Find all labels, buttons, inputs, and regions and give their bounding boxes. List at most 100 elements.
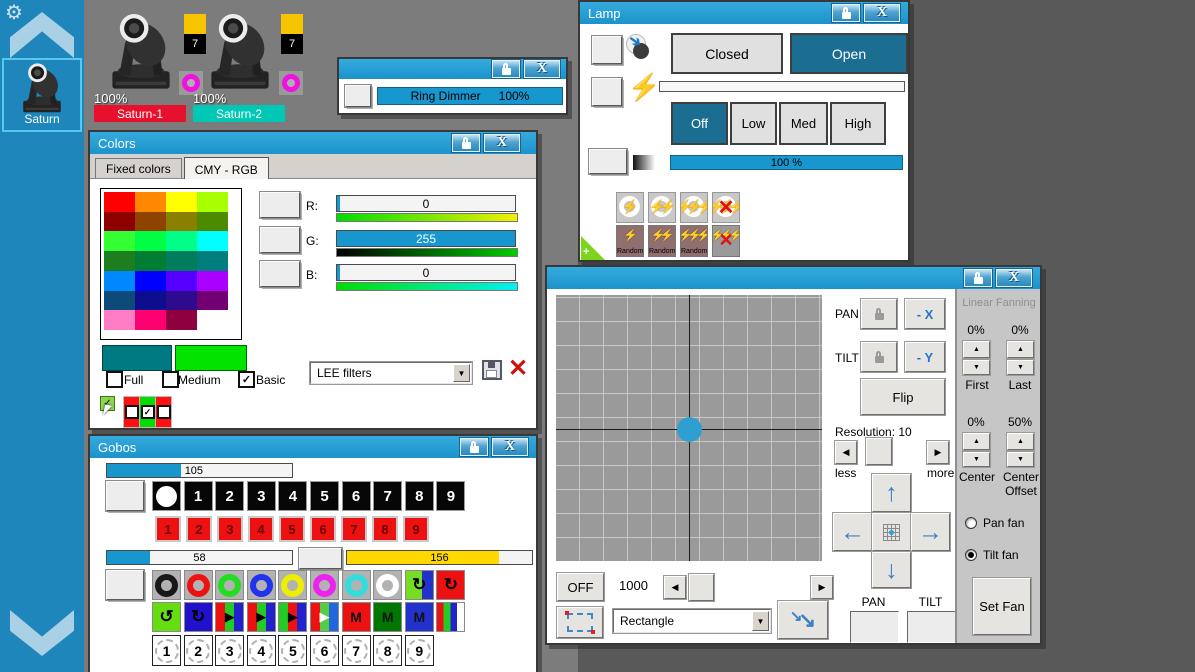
set-fan-button[interactable]: Set Fan xyxy=(972,577,1032,636)
gobo-shake-slot-button[interactable]: 8 xyxy=(372,516,398,542)
gobo-slot-button[interactable]: 9 xyxy=(436,481,466,511)
color-enable-tile[interactable]: ✓ xyxy=(139,396,156,428)
gobo-shake-button[interactable]: 1 xyxy=(152,635,181,666)
gobo-wheel2-button[interactable]: ↻ xyxy=(436,570,466,600)
color-swatch[interactable] xyxy=(135,310,166,330)
color-swatch[interactable] xyxy=(166,270,197,291)
scroll-down-chevron[interactable] xyxy=(10,610,74,656)
gobo-shake-button[interactable]: 3 xyxy=(215,635,245,666)
close-button[interactable]: X xyxy=(995,268,1033,288)
color-swatch[interactable] xyxy=(197,192,228,212)
color-enable-tile[interactable] xyxy=(155,396,172,428)
lock-button[interactable] xyxy=(459,437,489,457)
color-swatch[interactable] xyxy=(197,231,228,252)
gobo-shake-slot-button[interactable]: 3 xyxy=(217,516,243,542)
gobo-wheel2-button[interactable] xyxy=(341,570,371,600)
apply-shape-button[interactable]: ↘ ↘ xyxy=(777,600,829,640)
gobo-wheel2-button[interactable] xyxy=(310,570,339,600)
gobo-shake-slot-button[interactable]: 9 xyxy=(403,516,429,542)
color-swatch[interactable] xyxy=(197,270,228,291)
color-swatch[interactable] xyxy=(197,310,228,330)
gobo-effect-button[interactable]: M xyxy=(404,602,434,632)
gobo-index-slider[interactable]: 156 xyxy=(346,550,533,565)
gobo-wheel2-button[interactable] xyxy=(246,570,276,600)
color-swatch[interactable] xyxy=(166,290,197,311)
ring-dimmer-bar[interactable]: Ring Dimmer 100% xyxy=(377,87,563,105)
channel-shortcut-button[interactable] xyxy=(259,191,301,219)
random-strobe-button[interactable]: ⚡⚡⚡ ✕ xyxy=(712,225,740,257)
gobo-shake-slot-button[interactable]: 7 xyxy=(341,516,367,542)
pan-lock-button[interactable] xyxy=(860,298,898,330)
gobo-shake-slot-button[interactable]: 1 xyxy=(155,516,181,542)
channel-value-bar[interactable]: 0 xyxy=(336,195,516,212)
gobo-effect-button[interactable]: ▶ xyxy=(310,602,339,632)
color-swatch[interactable] xyxy=(135,290,166,311)
speed-thumb[interactable] xyxy=(688,573,715,602)
tilt-value-field[interactable] xyxy=(907,611,956,643)
speed-left-button[interactable]: ◀ xyxy=(663,575,687,600)
gobo-shake-slot-button[interactable]: 5 xyxy=(279,516,305,542)
fixture-badge-number[interactable]: 7 xyxy=(281,34,303,54)
shortcut-button[interactable] xyxy=(105,569,145,601)
close-button[interactable]: X xyxy=(491,437,529,457)
color-swatch[interactable] xyxy=(104,270,135,291)
gobo-shake-slot-button[interactable]: 4 xyxy=(248,516,274,542)
tab-cmy-rgb[interactable]: CMY - RGB xyxy=(183,157,269,179)
strobe-preset-button[interactable]: ⚡⚡⚡✕ xyxy=(712,192,740,223)
random-strobe-button[interactable]: ⚡ Random xyxy=(616,225,644,257)
shortcut-button[interactable] xyxy=(588,148,628,175)
shortcut-button[interactable] xyxy=(298,547,343,570)
color-swatch[interactable] xyxy=(135,231,166,252)
resolution-thumb[interactable] xyxy=(865,437,893,466)
dropdown-icon[interactable]: ▼ xyxy=(453,364,470,382)
strobe-low-button[interactable]: Low xyxy=(730,102,777,145)
sidebar-fixture-tile[interactable]: Saturn xyxy=(2,58,82,132)
gobo-slot-button[interactable]: 4 xyxy=(278,481,308,511)
color-swatch[interactable] xyxy=(197,251,228,271)
random-strobe-button[interactable]: ⚡⚡⚡ Random xyxy=(680,225,708,257)
strobe-preset-button[interactable]: ⚡⚡ xyxy=(648,192,676,223)
close-button[interactable]: X xyxy=(483,133,521,153)
shutter-closed-button[interactable]: Closed xyxy=(671,33,783,74)
color-swatch[interactable] xyxy=(104,211,135,232)
gobo-effect-button[interactable]: M xyxy=(341,602,371,632)
channel-value-bar[interactable]: 0 xyxy=(336,264,516,281)
lock-button[interactable] xyxy=(451,133,481,153)
shortcut-button[interactable] xyxy=(591,77,623,107)
gobo-effect-button[interactable]: ↻ xyxy=(183,602,213,632)
gear-icon[interactable]: ⚙ xyxy=(5,0,23,25)
gobo-slot-button[interactable]: 8 xyxy=(404,481,434,511)
color-enable-tile[interactable] xyxy=(123,396,140,428)
tab-fixed-colors[interactable]: Fixed colors xyxy=(95,158,182,178)
nudge-right-button[interactable]: → xyxy=(910,512,951,552)
lock-button[interactable] xyxy=(963,268,993,288)
shortcut-button[interactable] xyxy=(105,480,145,512)
invert-y-button[interactable]: - Y xyxy=(904,341,946,373)
fixture-ring-icon[interactable] xyxy=(279,71,303,95)
fan-first-down-button[interactable]: ▼ xyxy=(962,359,991,376)
gobo-slot-button[interactable]: 6 xyxy=(341,481,371,511)
strobe-preset-button[interactable]: ⚡⚡⚡ xyxy=(680,192,708,223)
shortcut-button[interactable] xyxy=(344,84,372,108)
gobo-effect-button[interactable]: ↺ xyxy=(152,602,181,632)
fan-center-down-button[interactable]: ▼ xyxy=(962,451,991,468)
fixture-thumb[interactable]: 100% Saturn-2 xyxy=(193,8,285,122)
position-grid[interactable] xyxy=(556,295,822,561)
lock-button[interactable] xyxy=(831,3,861,23)
fixture-name-bar[interactable]: Saturn-1 xyxy=(94,105,186,122)
close-button[interactable]: X xyxy=(863,3,901,23)
gobo-wheel2-button[interactable] xyxy=(278,570,308,600)
gobo-wheel2-button[interactable] xyxy=(373,570,403,600)
cursor-check-icon[interactable]: ✓ xyxy=(100,396,116,420)
shutter-open-button[interactable]: Open xyxy=(790,33,908,74)
invert-x-button[interactable]: - X xyxy=(904,298,946,330)
shape-select-button[interactable] xyxy=(556,606,604,639)
color-enable-checkbox[interactable] xyxy=(156,405,171,419)
color-swatch[interactable] xyxy=(166,211,197,232)
fixture-badge-color[interactable] xyxy=(281,14,303,34)
fan-last-up-button[interactable]: ▲ xyxy=(1006,340,1035,359)
gobo-effect-button[interactable]: ▶ xyxy=(278,602,308,632)
close-button[interactable]: X xyxy=(523,59,561,79)
strobe-preset-button[interactable]: ⚡ xyxy=(616,192,644,223)
gobo-effect-button[interactable]: M xyxy=(373,602,403,632)
